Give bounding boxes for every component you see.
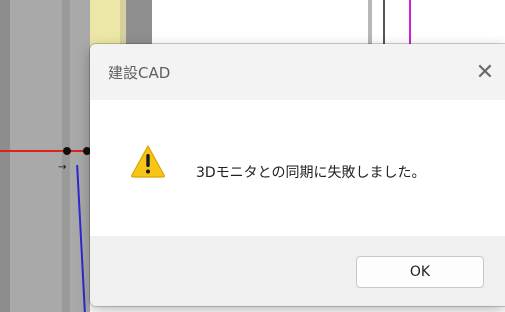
- dialog-content: 3Dモニタとの同期に失敗しました。: [90, 100, 505, 236]
- close-button[interactable]: ✕: [465, 56, 505, 90]
- warning-icon: [131, 145, 165, 178]
- cad-arrow-marker: →: [58, 162, 67, 173]
- ok-button[interactable]: OK: [356, 256, 484, 288]
- dialog-message: 3Dモニタとの同期に失敗しました。: [196, 165, 426, 181]
- dialog-title: 建設CAD: [108, 64, 171, 82]
- dialog-titlebar[interactable]: 建設CAD ✕: [90, 44, 505, 100]
- cad-node-point: [63, 147, 71, 155]
- cad-panel-edge: [0, 0, 10, 312]
- warning-mark-bar: [146, 154, 150, 167]
- cad-panel-divider: [62, 0, 70, 312]
- cad-canvas-panel: [0, 0, 90, 312]
- close-icon: ✕: [475, 60, 495, 85]
- message-dialog: 建設CAD ✕ 3Dモニタとの同期に失敗しました。 OK: [90, 44, 505, 306]
- warning-mark-dot: [146, 169, 150, 174]
- dialog-footer: OK: [90, 236, 505, 306]
- cad-red-line: [0, 150, 90, 152]
